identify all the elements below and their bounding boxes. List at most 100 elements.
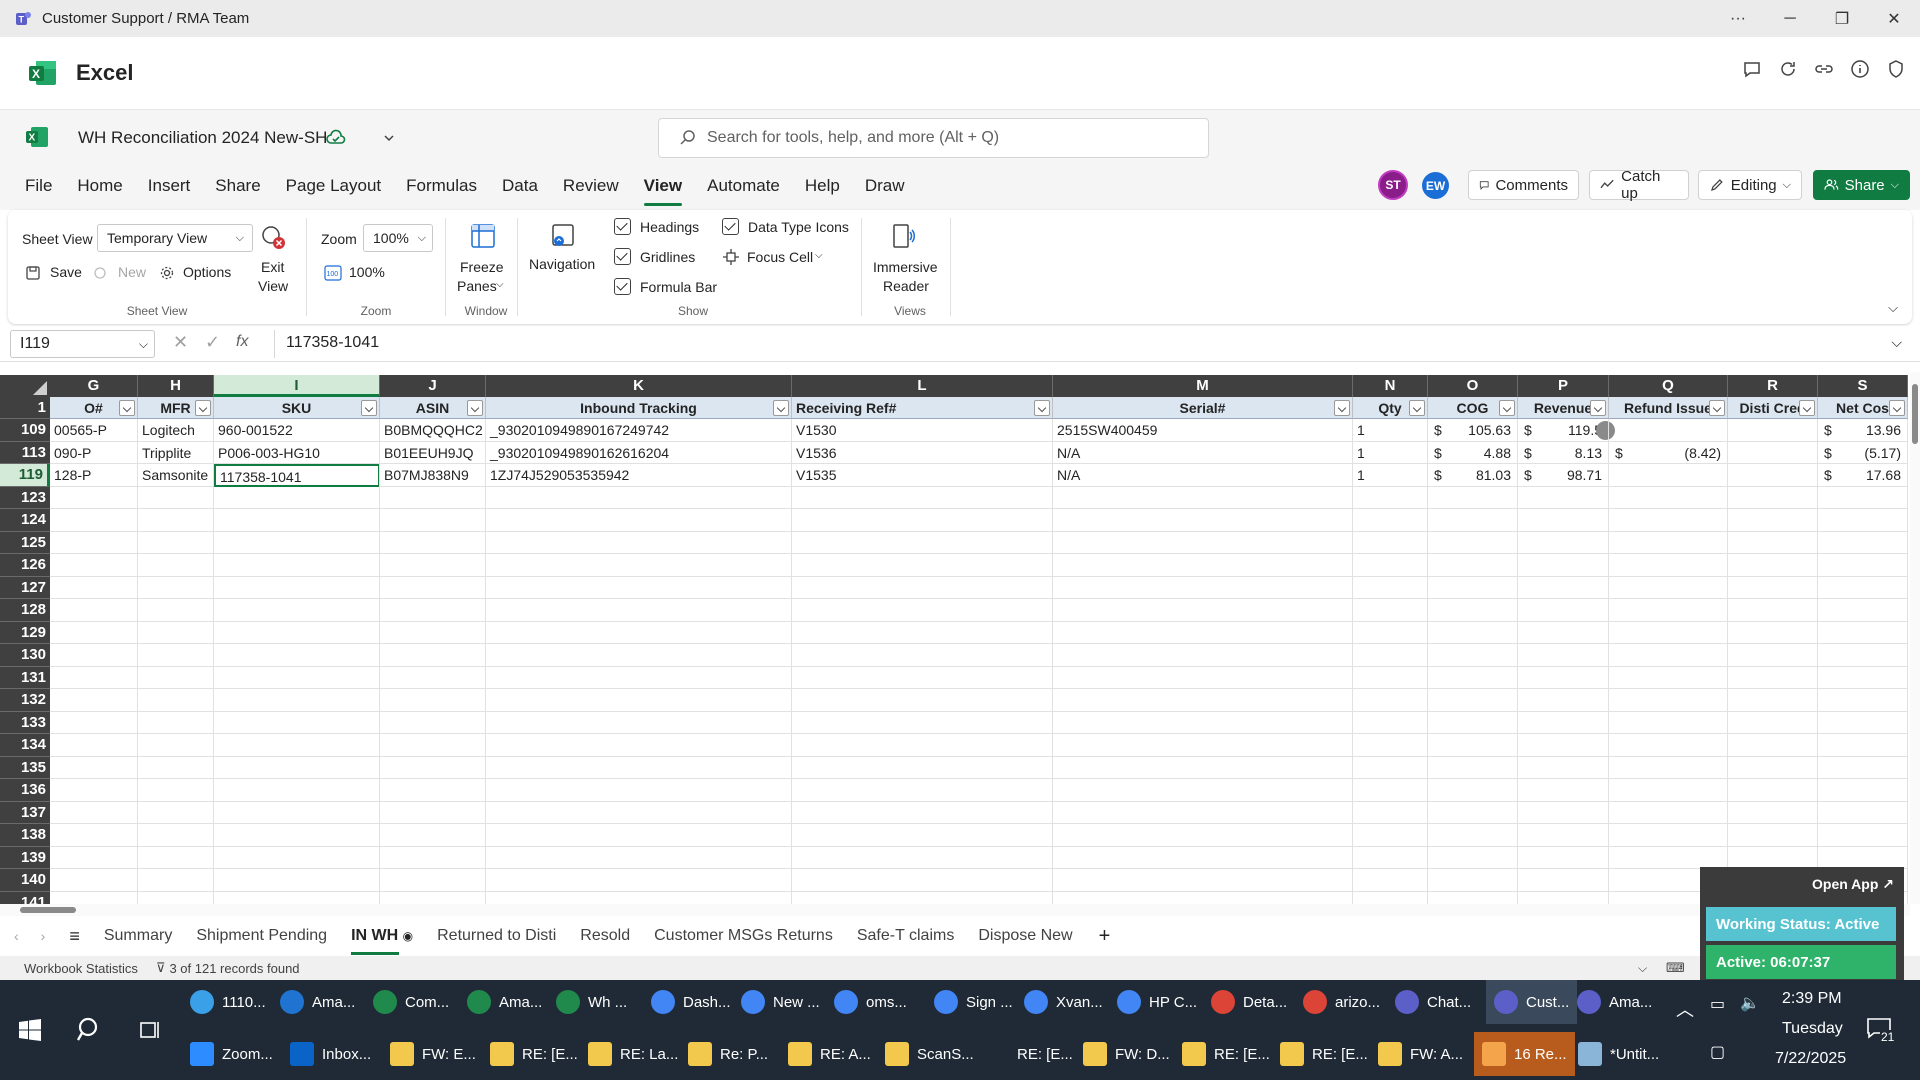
row-header-129[interactable]: 129	[0, 621, 50, 644]
close-icon[interactable]: ✕	[1868, 0, 1920, 37]
search-icon[interactable]	[76, 1016, 104, 1044]
taskbar-excel-com[interactable]: Com...	[373, 980, 449, 1024]
row-header-128[interactable]: 128	[0, 599, 50, 622]
cell-o109[interactable]: $105.63	[1428, 419, 1518, 442]
row-header-124[interactable]: 124	[0, 509, 50, 532]
taskbar-chrome-arizo[interactable]: arizo...	[1303, 980, 1380, 1024]
row-header-1[interactable]: 1	[0, 397, 50, 419]
cell-l119[interactable]: V1535	[792, 464, 1053, 487]
add-sheet-icon[interactable]: +	[1099, 925, 1111, 948]
cell-i119[interactable]: 117358-1041	[214, 464, 380, 487]
cell-j109[interactable]: B0BMQQQHC2	[380, 419, 486, 442]
column-header-s[interactable]: S	[1818, 375, 1908, 397]
cell-s109[interactable]: $13.96	[1818, 419, 1908, 442]
tab-automate[interactable]: Automate	[707, 176, 780, 200]
filter-dropdown-button[interactable]	[1889, 400, 1905, 416]
row-header-119[interactable]: 119	[0, 464, 50, 487]
keyboard-icon[interactable]: ⌨	[1666, 960, 1685, 976]
filter-dropdown-button[interactable]	[1709, 400, 1725, 416]
more-options-icon[interactable]: ···	[1712, 0, 1764, 37]
cell-p113[interactable]: $8.13	[1518, 441, 1609, 464]
cell-p119[interactable]: $98.71	[1518, 464, 1609, 487]
column-header-l[interactable]: L	[792, 375, 1053, 397]
row-header-113[interactable]: 113	[0, 441, 50, 464]
cell-o119[interactable]: $81.03	[1428, 464, 1518, 487]
tab-draw[interactable]: Draw	[865, 176, 905, 200]
cancel-entry-icon[interactable]: ✕	[173, 332, 188, 353]
battery-icon[interactable]: ▭	[1710, 994, 1725, 1014]
info-icon[interactable]	[1850, 59, 1870, 79]
sheet-tab-summary[interactable]: Summary	[104, 927, 172, 945]
row-header-126[interactable]: 126	[0, 554, 50, 577]
cell-q113[interactable]: $ (8.42)	[1609, 441, 1728, 464]
catch-up-button[interactable]: Catch up	[1589, 168, 1689, 202]
filter-dropdown-button[interactable]	[195, 400, 211, 416]
cell-n119[interactable]: 1	[1353, 464, 1428, 487]
scroll-tabs-left-icon[interactable]: ‹	[14, 928, 19, 944]
taskbar-chrome-sign[interactable]: Sign ...	[934, 980, 1013, 1024]
cell-k113[interactable]: _930201094989016261620​4	[486, 441, 792, 464]
taskbar-mail-re-e1[interactable]: RE: [E...	[490, 1032, 578, 1076]
tab-formulas[interactable]: Formulas	[406, 176, 477, 200]
cell-s119[interactable]: $17.68	[1818, 464, 1908, 487]
filter-dropdown-button[interactable]	[361, 400, 377, 416]
taskbar-mail-re-p[interactable]: Re: P...	[688, 1032, 768, 1076]
taskbar-mail-re-a[interactable]: RE: A...	[788, 1032, 871, 1076]
taskbar-file-explorer[interactable]: 1110...	[190, 980, 266, 1024]
taskbar-mail-fw-d[interactable]: FW: D...	[1083, 1032, 1170, 1076]
taskbar-zoom[interactable]: Zoom...	[190, 1032, 273, 1076]
taskbar-mail-scans[interactable]: ScanS...	[885, 1032, 974, 1076]
clock-time[interactable]: 2:39 PM	[1782, 990, 1842, 1008]
cell-g113[interactable]: 090-P	[50, 441, 138, 464]
all-sheets-menu-icon[interactable]: ≡	[69, 926, 80, 947]
clock-day[interactable]: Tuesday	[1782, 1020, 1843, 1038]
cell-h109[interactable]: Logitech	[138, 419, 214, 442]
volume-icon[interactable]: 🔈	[1740, 993, 1760, 1013]
cell-n113[interactable]: 1	[1353, 441, 1428, 464]
row-header-139[interactable]: 139	[0, 846, 50, 869]
open-app-button[interactable]: Open App ↗	[1812, 876, 1894, 893]
horizontal-scrollbar[interactable]	[0, 904, 1910, 916]
search-box[interactable]: Search for tools, help, and more (Alt + …	[658, 118, 1209, 158]
user-presence-icon[interactable]	[1596, 421, 1615, 440]
cell-r109[interactable]	[1728, 419, 1818, 442]
taskbar-reminders[interactable]: 16 Re...	[1474, 1032, 1575, 1076]
comments-button[interactable]: Comments	[1468, 170, 1579, 200]
function-icon[interactable]: fx	[236, 333, 248, 351]
filter-dropdown-button[interactable]	[1799, 400, 1815, 416]
filter-dropdown-button[interactable]	[773, 400, 789, 416]
column-header-r[interactable]: R	[1728, 375, 1818, 397]
cell-s113[interactable]: $ (5.17)	[1818, 441, 1908, 464]
taskbar-edge-ama[interactable]: Ama...	[280, 980, 355, 1024]
row-header-127[interactable]: 127	[0, 576, 50, 599]
minimize-icon[interactable]: ─	[1764, 0, 1816, 37]
taskbar-excel-ama[interactable]: Ama...	[467, 980, 542, 1024]
workbook-statistics-button[interactable]: Workbook Statistics	[24, 961, 138, 976]
chat-icon[interactable]	[1742, 59, 1762, 79]
taskbar-mail-fw-e[interactable]: FW: E...	[390, 1032, 476, 1076]
sheet-tab-customer-msgs-returns[interactable]: Customer MSGs Returns	[654, 927, 833, 945]
row-header-132[interactable]: 132	[0, 689, 50, 712]
row-header-109[interactable]: 109	[0, 419, 50, 442]
row-header-131[interactable]: 131	[0, 666, 50, 689]
taskbar-chrome-xvan[interactable]: Xvan...	[1024, 980, 1103, 1024]
editing-mode-button[interactable]: Editing ⌵	[1698, 170, 1802, 200]
vertical-scrollbar[interactable]	[1910, 372, 1920, 904]
cell-g109[interactable]: 00565-P	[50, 419, 138, 442]
vertical-scroll-thumb[interactable]	[1912, 384, 1918, 444]
sheet-tab-resold[interactable]: Resold	[580, 927, 630, 945]
column-header-q[interactable]: Q	[1609, 375, 1728, 397]
row-header-135[interactable]: 135	[0, 756, 50, 779]
cell-n109[interactable]: 1	[1353, 419, 1428, 442]
task-view-icon[interactable]	[138, 1018, 162, 1042]
taskbar-chrome-new[interactable]: New ...	[741, 980, 820, 1024]
clock-date[interactable]: 7/22/2025	[1775, 1050, 1846, 1068]
share-button[interactable]: Share ⌵	[1813, 170, 1910, 200]
column-header-p[interactable]: P	[1518, 375, 1609, 397]
column-header-o[interactable]: O	[1428, 375, 1518, 397]
shield-icon[interactable]	[1886, 59, 1906, 79]
filter-dropdown-button[interactable]	[1499, 400, 1515, 416]
sheet-tab-returned-to-disti[interactable]: Returned to Disti	[437, 927, 556, 945]
cell-q119[interactable]	[1609, 464, 1728, 487]
avatar-ew[interactable]: EW	[1422, 172, 1449, 199]
